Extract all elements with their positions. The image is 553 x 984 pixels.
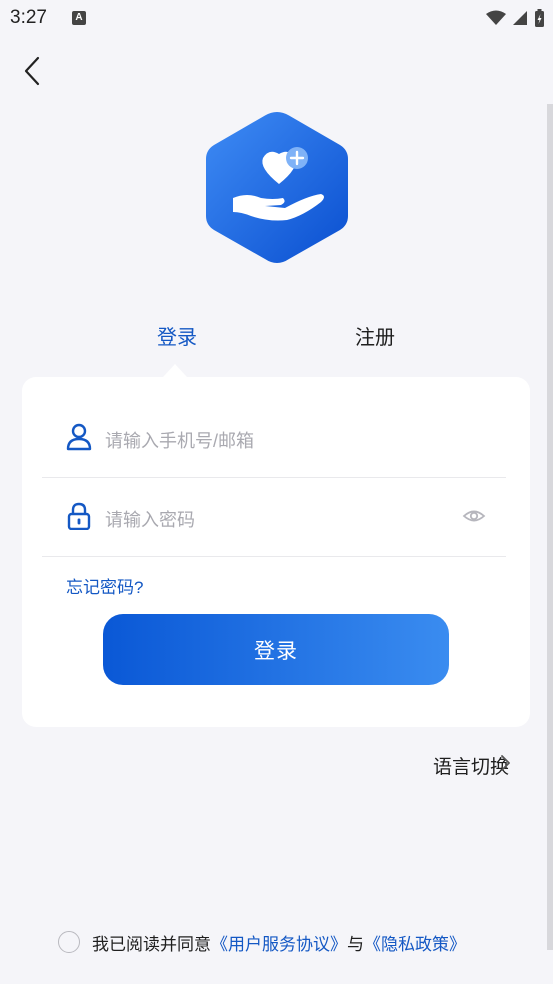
login-button[interactable]: 登录 bbox=[103, 614, 449, 685]
eye-icon[interactable] bbox=[462, 506, 486, 526]
tab-indicator bbox=[163, 364, 187, 377]
agreement-prefix: 我已阅读并同意 bbox=[92, 934, 211, 954]
agreement-conjunction: 与 bbox=[347, 934, 364, 954]
agreement-checkbox[interactable] bbox=[58, 931, 80, 953]
app-logo bbox=[203, 108, 351, 266]
back-button[interactable] bbox=[18, 52, 52, 90]
lock-icon bbox=[67, 502, 91, 530]
tab-login[interactable]: 登录 bbox=[157, 321, 197, 350]
privacy-policy-link[interactable]: 《隐私政策》 bbox=[364, 930, 466, 955]
password-input[interactable]: 请输入密码 bbox=[105, 506, 195, 532]
signal-icon bbox=[513, 11, 527, 25]
wifi-icon bbox=[486, 10, 506, 25]
chevron-right-icon[interactable] bbox=[498, 752, 512, 774]
account-input[interactable]: 请输入手机号/邮箱 bbox=[105, 427, 254, 453]
user-icon bbox=[66, 423, 92, 451]
password-field[interactable]: 请输入密码 bbox=[42, 478, 506, 557]
tab-register[interactable]: 注册 bbox=[355, 321, 395, 350]
user-agreement-link[interactable]: 《用户服务协议》 bbox=[211, 930, 347, 955]
back-arrow-icon bbox=[24, 56, 40, 86]
status-icons bbox=[486, 8, 545, 28]
forgot-password-link[interactable]: 忘记密码? bbox=[66, 573, 143, 598]
status-time: 3:27 bbox=[10, 7, 47, 28]
scrollbar[interactable] bbox=[547, 104, 553, 950]
notification-icon: A bbox=[72, 11, 86, 25]
agreement-row: 我已阅读并同意 《用户服务协议》 与 《隐私政策》 bbox=[58, 929, 466, 955]
status-bar: 3:27 A bbox=[0, 0, 553, 36]
account-field[interactable]: 请输入手机号/邮箱 bbox=[42, 399, 506, 478]
battery-icon bbox=[535, 8, 544, 27]
